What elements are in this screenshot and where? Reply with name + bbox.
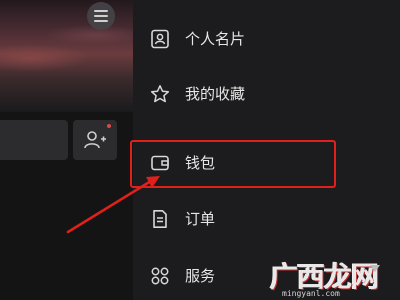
highlight-box [130, 140, 336, 188]
hamburger-icon [94, 10, 108, 22]
drawer-item-label: 订单 [185, 210, 216, 228]
order-icon [153, 210, 167, 228]
add-user-icon [84, 131, 106, 149]
drawer-item-business-card[interactable]: 个人名片 [133, 19, 400, 59]
watermark: 广西龙网 mingyanl.com [270, 255, 398, 299]
watermark-domain: mingyanl.com [282, 289, 340, 298]
menu-button[interactable] [87, 2, 115, 30]
search-bar[interactable] [0, 120, 68, 160]
id-card-icon [151, 29, 169, 49]
drawer-item-label: 服务 [185, 267, 216, 285]
drawer-item-orders[interactable]: 订单 [133, 199, 400, 239]
background-screen [0, 0, 133, 300]
add-friend-button[interactable] [73, 120, 117, 160]
drawer-item-label: 我的收藏 [185, 85, 246, 103]
caret-down-icon [370, 265, 380, 272]
drawer-item-favorites[interactable]: 我的收藏 [133, 74, 400, 114]
star-icon [150, 85, 170, 103]
notification-dot [107, 124, 111, 128]
grid-icon [151, 267, 169, 285]
drawer-item-label: 个人名片 [185, 30, 246, 48]
